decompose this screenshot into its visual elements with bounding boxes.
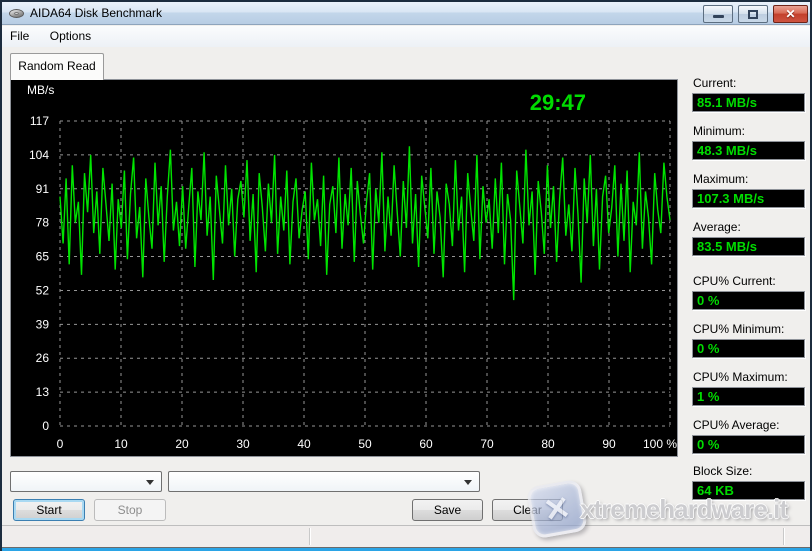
- chevron-down-icon: [464, 480, 472, 485]
- stat-value: 0 %: [692, 291, 805, 310]
- stat-label: CPU% Maximum:: [693, 370, 788, 384]
- elapsed-time: 29:47: [530, 90, 586, 115]
- stat-value: 64 KB: [692, 481, 805, 500]
- x-tick-label: 80: [541, 437, 555, 451]
- stat-value: 48.3 MB/s: [692, 141, 805, 160]
- y-tick-label: 117: [30, 114, 49, 128]
- y-tick-label: 26: [36, 351, 50, 365]
- statusbar-separator: [783, 528, 784, 545]
- window-title: AIDA64 Disk Benchmark: [30, 6, 162, 20]
- stat-label: Minimum:: [693, 124, 745, 138]
- x-tick-label: 100 %: [643, 437, 677, 451]
- menu-options[interactable]: Options: [42, 26, 99, 46]
- stat-label: CPU% Current:: [693, 274, 776, 288]
- y-tick-label: 91: [36, 182, 50, 196]
- stat-label: CPU% Average:: [693, 418, 780, 432]
- y-tick-label: 65: [36, 250, 50, 264]
- menu-file[interactable]: File: [2, 26, 37, 46]
- app-window: AIDA64 Disk Benchmark ✕ File Options Ran…: [0, 0, 812, 551]
- watermark-text: xtremehardware.it: [580, 494, 787, 525]
- benchmark-type-select[interactable]: Random Read: [10, 471, 162, 492]
- stat-label: Block Size:: [693, 464, 752, 478]
- disk-drive-select[interactable]: Disk Drive #0 [SAMSUNG HD154UI] (1397.3 …: [168, 471, 480, 492]
- x-tick-label: 10: [114, 437, 128, 451]
- stop-button: Stop: [94, 499, 166, 521]
- hard-disk-icon: [9, 8, 25, 19]
- window-bottom-border: [2, 547, 810, 551]
- clear-button[interactable]: Clear: [492, 499, 563, 521]
- tab-random-read[interactable]: Random Read: [10, 53, 104, 80]
- x-tick-label: 60: [419, 437, 433, 451]
- y-axis-unit-label: MB/s: [27, 83, 54, 97]
- minimize-button[interactable]: [703, 5, 733, 23]
- x-tick-label: 70: [480, 437, 494, 451]
- chevron-down-icon: [146, 480, 154, 485]
- y-tick-label: 104: [29, 148, 49, 162]
- stat-value: 85.1 MB/s: [692, 93, 805, 112]
- stat-value: 0 %: [692, 435, 805, 454]
- x-tick-label: 50: [358, 437, 372, 451]
- y-tick-label: 0: [42, 419, 49, 433]
- maximize-button[interactable]: [738, 5, 768, 23]
- x-tick-label: 20: [175, 437, 189, 451]
- stat-value: 83.5 MB/s: [692, 237, 805, 256]
- close-icon: ✕: [774, 7, 807, 21]
- statusbar-separator: [309, 528, 310, 545]
- maximize-icon: [748, 10, 758, 19]
- stat-value: 0 %: [692, 339, 805, 358]
- status-bar: [2, 525, 810, 547]
- menu-bar: File Options: [2, 26, 810, 47]
- start-button[interactable]: Start: [13, 499, 85, 521]
- save-button[interactable]: Save: [412, 499, 483, 521]
- stat-label: Maximum:: [693, 172, 748, 186]
- chart-canvas: 117 104 91 78 65 52 39 26 13 00 10 20 30 40 50 60 70 80 90…: [11, 80, 677, 456]
- y-tick-label: 39: [36, 317, 50, 331]
- stat-label: Average:: [693, 220, 741, 234]
- stat-label: CPU% Minimum:: [693, 322, 784, 336]
- y-tick-label: 78: [36, 216, 50, 230]
- x-tick-label: 90: [602, 437, 616, 451]
- stat-label: Current:: [693, 76, 736, 90]
- x-tick-label: 0: [57, 437, 64, 451]
- minimize-icon: [713, 15, 724, 18]
- stat-value: 1 %: [692, 387, 805, 406]
- y-tick-label: 52: [36, 283, 50, 297]
- x-tick-label: 30: [236, 437, 250, 451]
- stat-value: 107.3 MB/s: [692, 189, 805, 208]
- x-tick-label: 40: [297, 437, 311, 451]
- y-tick-label: 13: [36, 385, 50, 399]
- close-button[interactable]: ✕: [773, 5, 808, 23]
- benchmark-chart: 117 104 91 78 65 52 39 26 13 00 10 20 30 40 50 60 70 80 90…: [10, 79, 678, 457]
- title-bar[interactable]: AIDA64 Disk Benchmark ✕: [2, 2, 810, 25]
